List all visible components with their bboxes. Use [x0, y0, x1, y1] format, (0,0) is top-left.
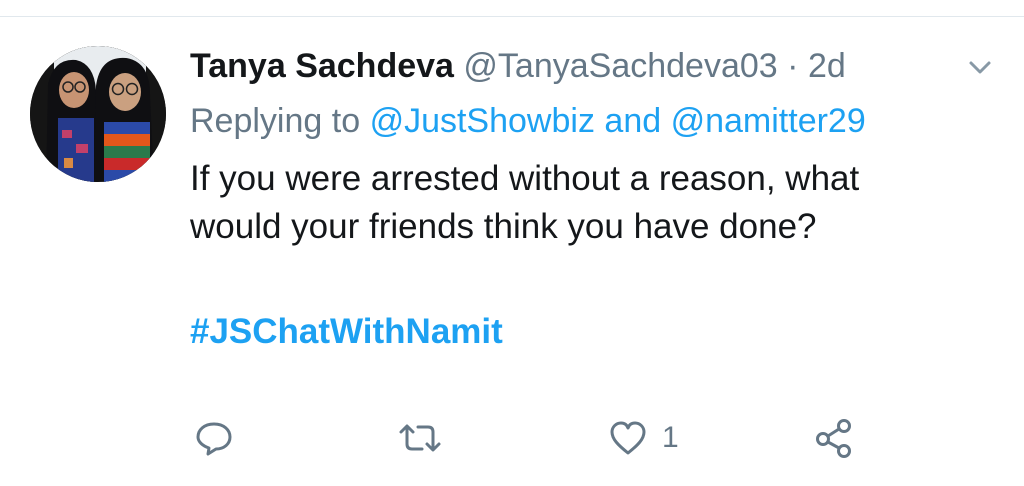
avatar[interactable]	[30, 46, 166, 182]
comment-icon	[196, 422, 232, 456]
tweet-text: If you were arrested without a reason, w…	[190, 155, 990, 251]
avatar-image	[30, 46, 166, 182]
top-divider	[0, 16, 1024, 17]
tweet-page: Tanya Sachdeva @TanyaSachdeva03 · 2d Rep…	[0, 0, 1024, 486]
mention-conjunction[interactable]: and	[604, 102, 661, 140]
tweet-header: Tanya Sachdeva @TanyaSachdeva03 · 2d	[190, 44, 846, 88]
hashtag-link[interactable]: #JSChatWithNamit	[190, 308, 503, 356]
timestamp[interactable]: 2d	[808, 47, 846, 85]
share-button[interactable]	[814, 418, 856, 458]
heart-icon	[610, 421, 646, 455]
retweet-button[interactable]	[398, 418, 442, 458]
retweet-icon	[399, 424, 441, 452]
user-handle[interactable]: @TanyaSachdeva03	[463, 47, 777, 85]
mention-link-namitter29[interactable]: @namitter29	[671, 102, 866, 140]
reply-button[interactable]	[194, 418, 234, 458]
replying-to-label: Replying to	[190, 102, 361, 140]
like-button[interactable]: 1	[608, 418, 679, 458]
tweet-text-line-1: If you were arrested without a reason, w…	[190, 159, 860, 198]
share-icon	[816, 419, 851, 458]
display-name[interactable]: Tanya Sachdeva	[190, 47, 454, 85]
mention-link-justshowbiz[interactable]: @JustShowbiz	[370, 102, 595, 140]
reply-context: Replying to @JustShowbiz and @namitter29	[190, 99, 866, 143]
like-count: 1	[662, 421, 679, 454]
tweet-text-line-2: would your friends think you have done?	[190, 207, 817, 246]
chevron-down-icon[interactable]	[966, 54, 994, 82]
separator-dot: ·	[787, 47, 799, 85]
